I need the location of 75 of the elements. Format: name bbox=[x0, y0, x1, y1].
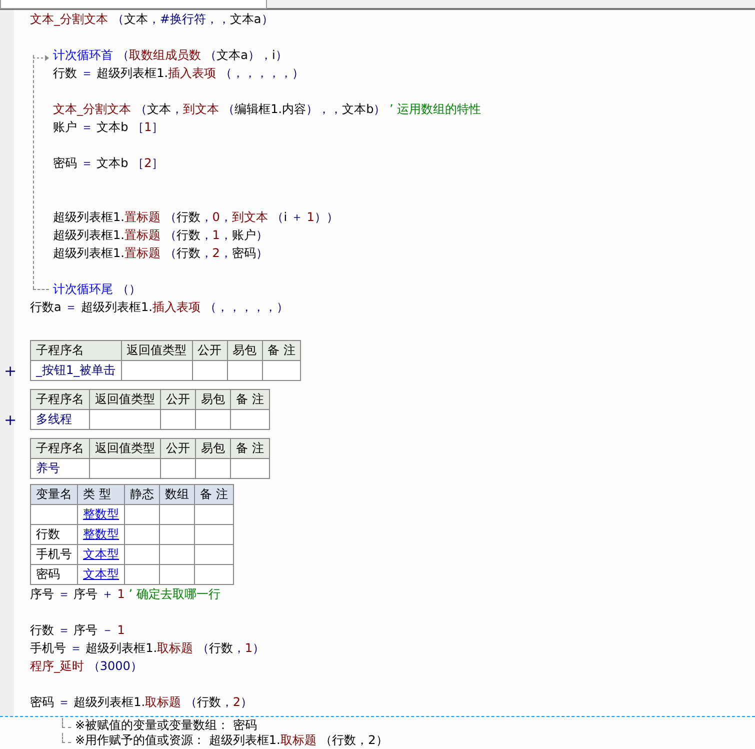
table-cell bbox=[194, 564, 234, 584]
code-line: 行数a ＝ 超级列表框1.插入表项 （，，，，，） bbox=[30, 299, 290, 316]
subroutine-name[interactable]: 多线程 bbox=[30, 410, 90, 430]
column-header: 返回值类型 bbox=[90, 390, 160, 410]
table-cell bbox=[160, 458, 196, 478]
table-cell bbox=[90, 410, 160, 430]
column-header: 公开 bbox=[192, 340, 228, 360]
table-cell bbox=[194, 524, 234, 544]
code-line: 账户 ＝ 文本b ［1］ bbox=[53, 119, 165, 136]
column-header: 静态 bbox=[124, 484, 160, 504]
column-header: 备 注 bbox=[262, 340, 301, 360]
code-line: 密码 ＝ 超级列表框1.取标题 （行数，2） bbox=[30, 694, 254, 711]
table-cell bbox=[124, 544, 160, 564]
table-cell bbox=[262, 360, 301, 380]
column-header: 公开 bbox=[160, 438, 196, 458]
hint-line: ※用作赋予的值或资源： 超级列表框1.取标题 （行数，2） bbox=[75, 733, 388, 748]
column-header: 数组 bbox=[160, 484, 194, 504]
column-header: 备 注 bbox=[230, 438, 270, 458]
table-cell bbox=[90, 458, 160, 478]
column-header: 返回值类型 bbox=[121, 340, 192, 360]
loop-connector bbox=[33, 288, 49, 290]
column-header: 子程序名 bbox=[30, 390, 90, 410]
code-line: 序号 ＝ 序号 ＋ 1 ’ 确定去取哪一行 bbox=[30, 586, 222, 603]
variable-name: 行数 bbox=[30, 524, 78, 544]
code-line: 计次循环首 （取数组成员数 （文本a），i） bbox=[53, 47, 288, 64]
code-line: 手机号 ＝ 超级列表框1.取标题 （行数，1） bbox=[30, 640, 266, 657]
column-header: 子程序名 bbox=[30, 438, 90, 458]
type-link[interactable]: 整数型 bbox=[78, 524, 124, 544]
code-line: 程序_延时 （3000） bbox=[30, 658, 144, 675]
code-line: 超级列表框1.置标题 （行数，1，账户） bbox=[53, 227, 269, 244]
table-cell bbox=[160, 564, 194, 584]
subroutine-name[interactable]: 养号 bbox=[30, 458, 90, 478]
column-header: 易包 bbox=[196, 438, 230, 458]
type-link[interactable]: 整数型 bbox=[78, 504, 124, 524]
code-line: 文本_分割文本 （文本，到文本 （编辑框1.内容），，文本b） ’ 运用数组的特性 bbox=[53, 101, 482, 118]
column-header: 易包 bbox=[227, 340, 262, 360]
table-cell bbox=[160, 544, 194, 564]
table-cell bbox=[121, 360, 192, 380]
hint-line: ※被赋值的变量或变量数组： 密码 bbox=[75, 718, 257, 733]
table-cell bbox=[230, 458, 270, 478]
column-header: 类 型 bbox=[78, 484, 124, 504]
expand-toggle[interactable]: + bbox=[0, 361, 30, 381]
code-line: 行数 ＝ 超级列表框1.插入表项 （，，，，，） bbox=[53, 65, 305, 82]
table-cell bbox=[230, 410, 270, 430]
column-header: 公开 bbox=[160, 390, 196, 410]
code-line: 超级列表框1.置标题 （行数，2，密码） bbox=[53, 245, 269, 262]
column-header: 易包 bbox=[196, 390, 230, 410]
subroutine-name[interactable]: _按钮1_被单击 bbox=[30, 360, 122, 380]
table-cell bbox=[160, 524, 194, 544]
expand-toggle[interactable]: + bbox=[0, 410, 30, 430]
code-line: 计次循环尾 （） bbox=[53, 281, 141, 298]
code-line: 行数 ＝ 序号 － 1 bbox=[30, 622, 126, 639]
column-header: 备 注 bbox=[194, 484, 234, 504]
code-line: 文本_分割文本 （文本，#换行符，，文本a） bbox=[30, 11, 274, 28]
table-cell bbox=[194, 544, 234, 564]
table-cell bbox=[124, 504, 160, 524]
table-cell bbox=[160, 410, 196, 430]
type-link[interactable]: 文本型 bbox=[78, 544, 124, 564]
type-link[interactable]: 文本型 bbox=[78, 564, 124, 584]
table-cell bbox=[124, 564, 160, 584]
table-cell bbox=[192, 360, 228, 380]
table-cell bbox=[124, 524, 160, 544]
table-cell bbox=[194, 504, 234, 524]
code-line: 超级列表框1.置标题 （行数，0，到文本 （i ＋ 1）） bbox=[53, 209, 340, 226]
column-header: 返回值类型 bbox=[90, 438, 160, 458]
variable-name: 手机号 bbox=[30, 544, 78, 564]
column-header: 变量名 bbox=[30, 484, 78, 504]
table-cell bbox=[196, 410, 230, 430]
column-header: 备 注 bbox=[230, 390, 270, 410]
table-cell bbox=[160, 504, 194, 524]
code-line: 密码 ＝ 文本b ［2］ bbox=[53, 155, 165, 172]
column-header: 子程序名 bbox=[30, 340, 122, 360]
variable-name: 密码 bbox=[30, 564, 78, 584]
table-cell bbox=[196, 458, 230, 478]
table-cell bbox=[227, 360, 262, 380]
